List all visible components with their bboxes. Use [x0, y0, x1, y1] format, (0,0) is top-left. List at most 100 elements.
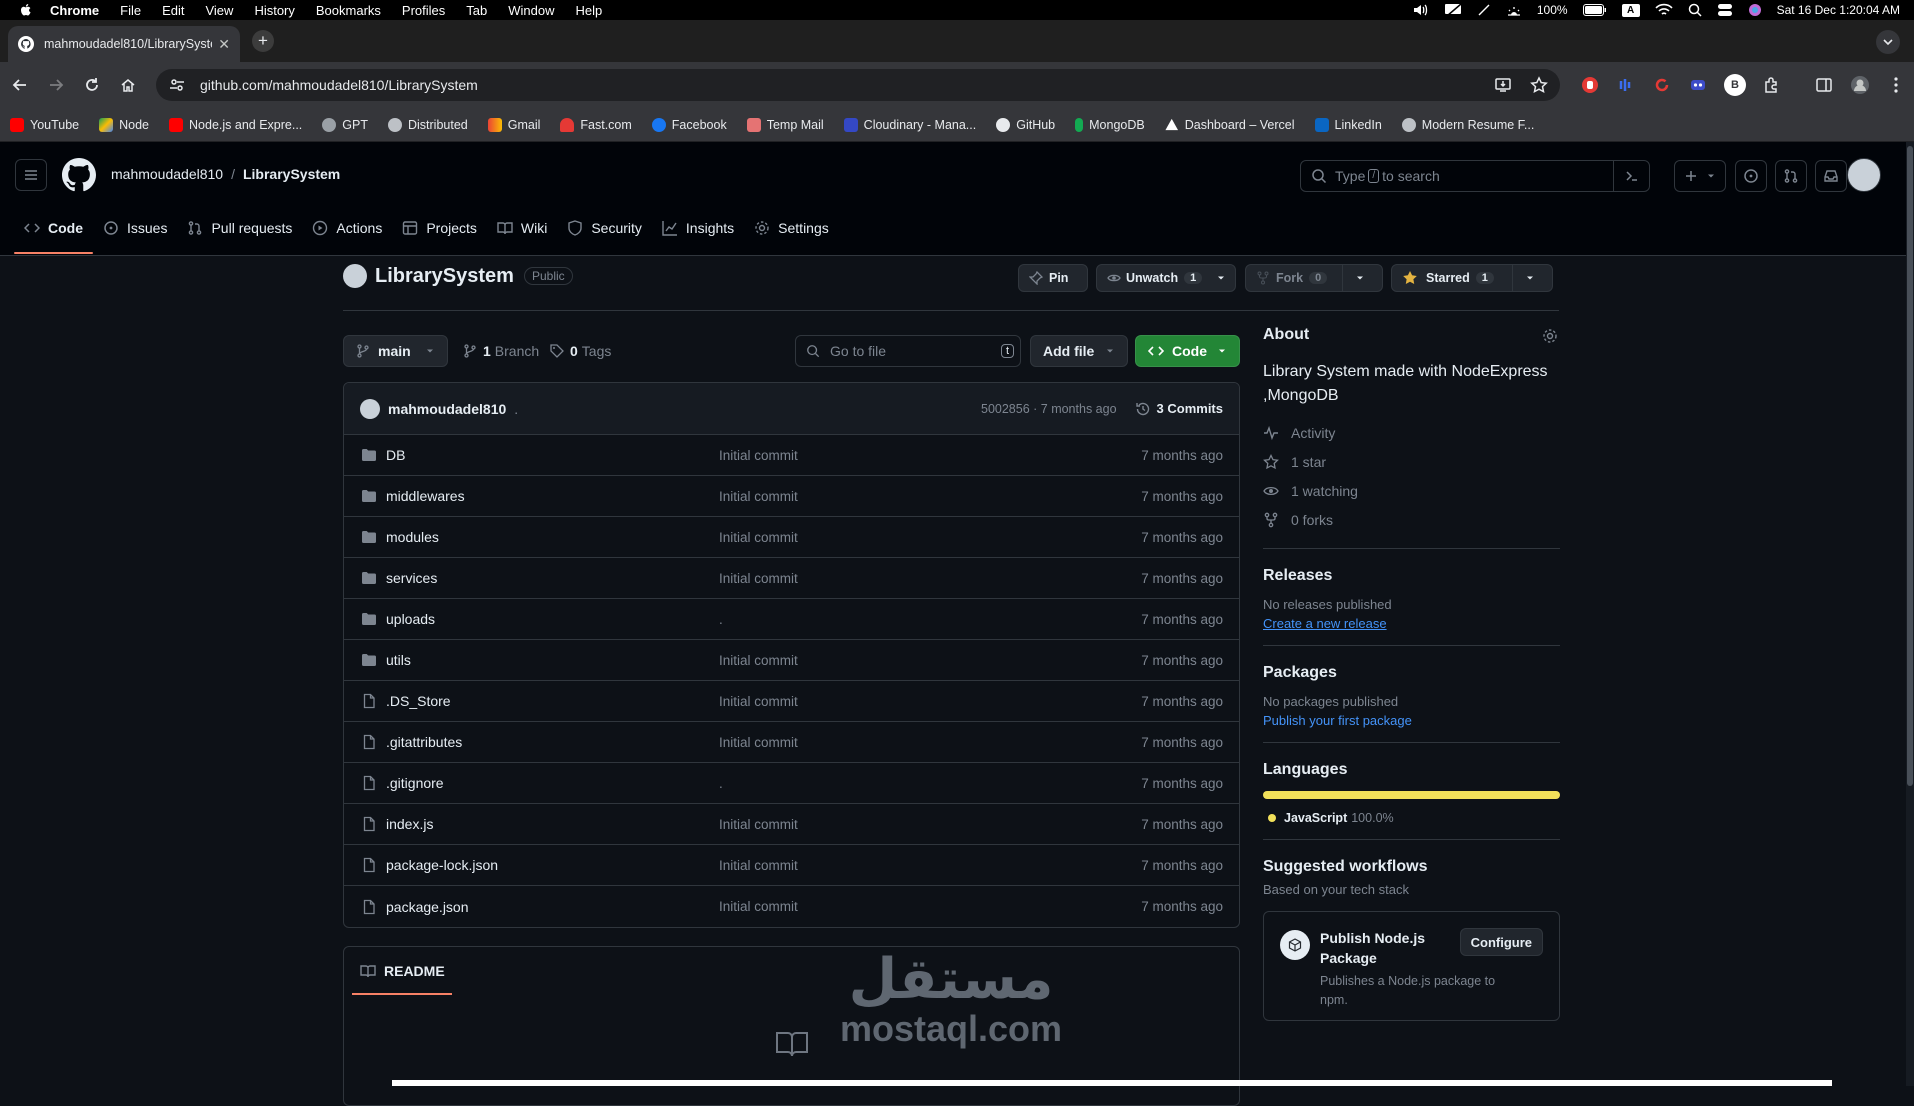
- menu-tab[interactable]: Tab: [466, 3, 487, 18]
- forks-link[interactable]: 0 forks: [1263, 505, 1560, 534]
- file-name[interactable]: .gitignore: [386, 775, 444, 791]
- file-commit-message[interactable]: .: [719, 612, 723, 627]
- tags-link[interactable]: 0 Tags: [550, 335, 611, 367]
- menu-help[interactable]: Help: [576, 3, 603, 18]
- pen-slash-icon[interactable]: [1477, 3, 1491, 17]
- file-commit-message[interactable]: Initial commit: [719, 735, 798, 750]
- apple-icon[interactable]: [18, 2, 34, 18]
- extension-red-icon[interactable]: [1580, 75, 1600, 95]
- stars-link[interactable]: 1 star: [1263, 447, 1560, 476]
- bookmark-temp-mail[interactable]: Temp Mail: [746, 117, 824, 132]
- tab-issues[interactable]: Issues: [93, 204, 177, 252]
- profile-avatar-icon[interactable]: [1850, 75, 1870, 95]
- brightness-icon[interactable]: [1506, 3, 1522, 17]
- bookmark-distributed[interactable]: Distributed: [387, 117, 468, 132]
- file-name[interactable]: middlewares: [386, 488, 465, 504]
- tab-projects[interactable]: Projects: [392, 204, 487, 252]
- battery-icon[interactable]: [1582, 4, 1607, 16]
- bookmark-node[interactable]: Node: [99, 117, 149, 132]
- create-new-button[interactable]: [1674, 160, 1726, 192]
- file-row[interactable]: uploads. 7 months ago: [344, 599, 1239, 640]
- go-to-file-input[interactable]: Go to file t: [795, 335, 1021, 367]
- caret-down-icon[interactable]: [1355, 273, 1365, 283]
- menu-window[interactable]: Window: [508, 3, 554, 18]
- scrollbar-thumb[interactable]: [1907, 146, 1913, 786]
- bookmark-gpt[interactable]: GPT: [322, 117, 368, 132]
- file-commit-message[interactable]: Initial commit: [719, 694, 798, 709]
- file-commit-message[interactable]: .: [719, 776, 723, 791]
- file-commit-message[interactable]: Initial commit: [719, 571, 798, 586]
- file-commit-message[interactable]: Initial commit: [719, 530, 798, 545]
- branch-select-button[interactable]: main: [343, 335, 448, 367]
- file-commit-message[interactable]: Initial commit: [719, 489, 798, 504]
- file-row[interactable]: modules Initial commit 7 months ago: [344, 517, 1239, 558]
- file-commit-message[interactable]: Initial commit: [719, 858, 798, 873]
- packages-heading[interactable]: Packages: [1263, 664, 1560, 682]
- file-row[interactable]: package-lock.json Initial commit 7 months …: [344, 845, 1239, 886]
- commit-author-avatar[interactable]: [360, 398, 380, 419]
- file-name[interactable]: .DS_Store: [386, 693, 451, 709]
- file-row[interactable]: utils Initial commit 7 months ago: [344, 640, 1239, 681]
- create-release-link[interactable]: Create a new release: [1263, 616, 1560, 631]
- code-dropdown-button[interactable]: Code: [1135, 335, 1240, 367]
- menu-edit[interactable]: Edit: [162, 3, 184, 18]
- back-button[interactable]: [10, 75, 30, 95]
- menu-file[interactable]: File: [120, 3, 141, 18]
- commit-hash-time[interactable]: 5002856 · 7 months ago: [981, 402, 1117, 416]
- file-name[interactable]: package.json: [386, 899, 469, 915]
- file-row[interactable]: package.json Initial commit 7 months ago: [344, 886, 1239, 927]
- bookmark-linkedin[interactable]: LinkedIn: [1314, 117, 1382, 132]
- file-name[interactable]: modules: [386, 529, 439, 545]
- menu-view[interactable]: View: [205, 3, 233, 18]
- bookmark-modern-resume[interactable]: Modern Resume F...: [1401, 117, 1534, 132]
- publish-package-link[interactable]: Publish your first package: [1263, 713, 1560, 728]
- fork-button[interactable]: Fork 0: [1245, 264, 1383, 292]
- extension-red-refresh-icon[interactable]: [1652, 75, 1672, 95]
- tab-settings[interactable]: Settings: [744, 204, 839, 252]
- tab-close-icon[interactable]: ✕: [218, 36, 230, 53]
- new-tab-button[interactable]: +: [252, 30, 274, 52]
- breadcrumb-repo[interactable]: LibrarySystem: [243, 166, 340, 182]
- reload-button[interactable]: [82, 75, 102, 95]
- commit-history-link[interactable]: 3 Commits: [1135, 401, 1223, 417]
- menu-profiles[interactable]: Profiles: [402, 3, 445, 18]
- file-row[interactable]: DB Initial commit 7 months ago: [344, 435, 1239, 476]
- tab-pull-requests[interactable]: Pull requests: [177, 204, 302, 252]
- menu-bookmarks[interactable]: Bookmarks: [316, 3, 381, 18]
- bookmark-mongodb[interactable]: MongoDB: [1075, 117, 1145, 132]
- caret-down-icon[interactable]: [1525, 273, 1535, 283]
- bookmark-nodejs-express[interactable]: Node.js and Expre...: [169, 117, 302, 132]
- forward-button[interactable]: [46, 75, 66, 95]
- unwatch-button[interactable]: Unwatch 1: [1096, 264, 1236, 292]
- screen-mirroring-icon[interactable]: [1444, 3, 1462, 17]
- watchers-link[interactable]: 1 watching: [1263, 476, 1560, 505]
- file-row[interactable]: middlewares Initial commit 7 months ago: [344, 476, 1239, 517]
- control-center-icon[interactable]: [1717, 3, 1733, 17]
- pin-button[interactable]: Pin: [1018, 264, 1088, 292]
- file-name[interactable]: package-lock.json: [386, 857, 498, 873]
- file-row[interactable]: .DS_Store Initial commit 7 months ago: [344, 681, 1239, 722]
- bookmark-vercel[interactable]: Dashboard – Vercel: [1165, 118, 1295, 132]
- file-name[interactable]: .gitattributes: [386, 734, 462, 750]
- bookmark-facebook[interactable]: Facebook: [651, 117, 727, 132]
- profile-badge-b[interactable]: B: [1724, 74, 1746, 96]
- language-item[interactable]: JavaScript 100.0%: [1263, 811, 1560, 825]
- breadcrumb-owner[interactable]: mahmoudadel810: [111, 166, 223, 182]
- file-row[interactable]: index.js Initial commit 7 months ago: [344, 804, 1239, 845]
- menu-app-name[interactable]: Chrome: [50, 3, 99, 18]
- file-commit-message[interactable]: Initial commit: [719, 899, 798, 914]
- bookmark-fast[interactable]: Fast.com: [560, 117, 632, 132]
- commit-message[interactable]: .: [514, 401, 518, 417]
- install-app-icon[interactable]: [1494, 76, 1512, 94]
- configure-button[interactable]: Configure: [1459, 928, 1543, 956]
- menu-history[interactable]: History: [254, 3, 294, 18]
- activity-link[interactable]: Activity: [1263, 418, 1560, 447]
- url-text[interactable]: github.com/mahmoudadel810/LibrarySystem: [200, 77, 478, 93]
- extension-blue-wave-icon[interactable]: [1616, 75, 1636, 95]
- branches-link[interactable]: 1 Branch: [463, 335, 539, 367]
- tab-actions[interactable]: Actions: [302, 204, 392, 252]
- file-name[interactable]: utils: [386, 652, 411, 668]
- siri-icon[interactable]: [1748, 3, 1762, 17]
- extensions-puzzle-icon[interactable]: [1762, 75, 1782, 95]
- volume-icon[interactable]: [1413, 3, 1429, 17]
